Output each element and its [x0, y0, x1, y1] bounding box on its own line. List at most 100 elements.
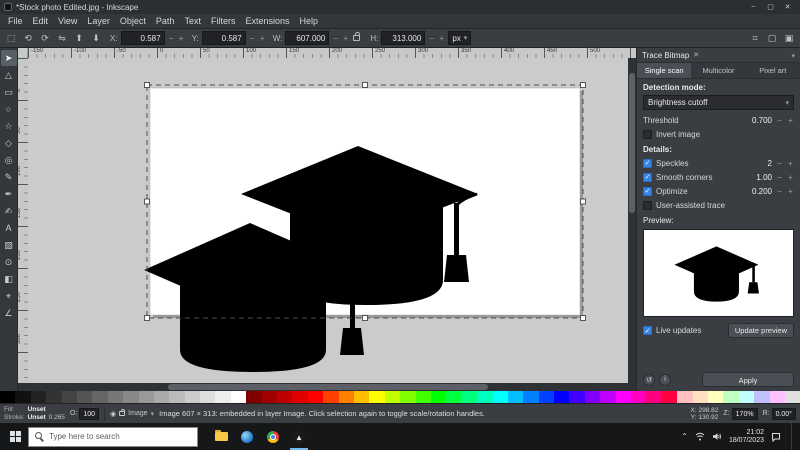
edge-icon[interactable]	[234, 423, 260, 450]
palette-swatch[interactable]	[677, 391, 692, 403]
palette-swatch[interactable]	[354, 391, 369, 403]
palette-swatch[interactable]	[246, 391, 261, 403]
node-tool[interactable]: △	[1, 67, 17, 83]
horizontal-ruler[interactable]: -150-100-5005010015020025030035040045050…	[28, 48, 636, 58]
tray-expand-icon[interactable]: ⌃	[681, 432, 688, 441]
layer-visibility-icon[interactable]: ◉	[110, 410, 116, 418]
star-tool[interactable]: ☆	[1, 118, 17, 134]
tab-single-scan[interactable]: Single scan	[637, 63, 691, 78]
palette-swatch[interactable]	[139, 391, 154, 403]
file-explorer-icon[interactable]	[208, 423, 234, 450]
show-desktop-button[interactable]	[791, 423, 794, 450]
units-dropdown[interactable]: px	[448, 31, 471, 45]
chrome-icon[interactable]	[260, 423, 286, 450]
close-button[interactable]: ✕	[779, 3, 796, 11]
palette-swatch[interactable]	[708, 391, 723, 403]
width-field[interactable]: 607.000	[285, 31, 329, 45]
pencil-tool[interactable]: ✎	[1, 169, 17, 185]
opacity-control[interactable]: O: 100	[70, 408, 99, 420]
palette-swatch[interactable]	[523, 391, 538, 403]
dialog-close-icon[interactable]: ✕	[693, 51, 699, 59]
tab-pixel-art[interactable]: Pixel art	[746, 63, 800, 78]
circle-tool[interactable]: ○	[1, 101, 17, 117]
threshold-increase-button[interactable]: +	[787, 116, 794, 125]
vertical-scrollbar-thumb[interactable]	[629, 73, 635, 213]
rotation-value[interactable]: 0.00°	[772, 408, 796, 420]
rectangle-tool[interactable]: ▭	[1, 84, 17, 100]
optimize-value[interactable]: 0.200	[746, 187, 772, 196]
lower-icon[interactable]: ⬇	[89, 33, 103, 44]
palette-swatch[interactable]	[200, 391, 215, 403]
y-field[interactable]: 0.587	[202, 31, 246, 45]
palette-swatch[interactable]	[662, 391, 677, 403]
palette-swatch[interactable]	[646, 391, 661, 403]
palette-swatch[interactable]	[369, 391, 384, 403]
x-increase-button[interactable]: +	[178, 34, 185, 43]
h-increase-button[interactable]: +	[438, 34, 445, 43]
horizontal-scrollbar-thumb[interactable]	[168, 384, 488, 390]
canvas[interactable]	[28, 58, 628, 383]
palette-swatch[interactable]	[693, 391, 708, 403]
optimize-checkbox[interactable]	[643, 187, 652, 196]
taskbar-clock[interactable]: 21:02 18/07/2023	[729, 429, 764, 445]
smooth-corners-value[interactable]: 1.00	[746, 173, 772, 182]
smooth-decrease-button[interactable]: −	[776, 173, 783, 182]
menu-path[interactable]: Path	[151, 14, 180, 29]
lock-ratio-icon[interactable]	[353, 35, 360, 41]
menu-extensions[interactable]: Extensions	[240, 14, 294, 29]
palette-swatch[interactable]	[92, 391, 107, 403]
tab-multicolor[interactable]: Multicolor	[691, 63, 745, 78]
palette-swatch[interactable]	[631, 391, 646, 403]
user-assisted-trace-checkbox[interactable]	[643, 201, 652, 210]
palette-swatch[interactable]	[723, 391, 738, 403]
action-center-icon[interactable]	[771, 432, 781, 442]
snap-controls-icon[interactable]: ⌗	[748, 33, 762, 44]
opacity-value[interactable]: 100	[79, 408, 99, 420]
gradient-tool[interactable]: ▧	[1, 237, 17, 253]
palette-swatch[interactable]	[308, 391, 323, 403]
text-tool[interactable]: A	[1, 220, 17, 236]
layer-lock-icon[interactable]	[119, 411, 125, 416]
palette-swatch[interactable]	[539, 391, 554, 403]
palette-swatch[interactable]	[0, 391, 15, 403]
vertical-ruler[interactable]: 050100150200250300	[18, 58, 28, 383]
zoom-value[interactable]: 170%	[732, 408, 758, 420]
dropper-tool[interactable]: ⊙	[1, 254, 17, 270]
layer-name[interactable]: Image	[128, 410, 147, 417]
invert-image-checkbox[interactable]	[643, 130, 652, 139]
rotation-control[interactable]: R: 0.00°	[763, 408, 796, 420]
palette-swatch[interactable]	[400, 391, 415, 403]
palette-swatch[interactable]	[108, 391, 123, 403]
palette-swatch[interactable]	[292, 391, 307, 403]
volume-icon[interactable]	[712, 432, 722, 441]
speckles-decrease-button[interactable]: −	[776, 159, 783, 168]
palette-swatch[interactable]	[585, 391, 600, 403]
taskbar-search[interactable]: Type here to search	[28, 427, 198, 447]
detection-mode-dropdown[interactable]: Brightness cutoff	[643, 95, 794, 110]
inkscape-taskbar-icon[interactable]	[286, 423, 312, 450]
menu-help[interactable]: Help	[294, 14, 323, 29]
apply-button[interactable]: Apply	[702, 372, 794, 387]
palette-swatch[interactable]	[277, 391, 292, 403]
smooth-increase-button[interactable]: +	[787, 173, 794, 182]
live-updates-checkbox[interactable]	[643, 326, 652, 335]
raise-icon[interactable]: ⬆	[72, 33, 86, 44]
zoom-control[interactable]: Z: 170%	[723, 408, 757, 420]
palette-swatch[interactable]	[15, 391, 30, 403]
palette-swatch[interactable]	[739, 391, 754, 403]
measure-tool[interactable]: ∠	[1, 305, 17, 321]
spiral-tool[interactable]: ◎	[1, 152, 17, 168]
palette-swatch[interactable]	[169, 391, 184, 403]
palette-swatch[interactable]	[416, 391, 431, 403]
palette-swatch[interactable]	[493, 391, 508, 403]
palette-swatch[interactable]	[446, 391, 461, 403]
zoom-tool[interactable]: ⌖	[1, 288, 17, 304]
palette-swatch[interactable]	[508, 391, 523, 403]
minimize-button[interactable]: –	[745, 3, 762, 11]
menu-filters[interactable]: Filters	[206, 14, 241, 29]
vertical-scrollbar[interactable]	[628, 58, 636, 383]
update-preview-button[interactable]: Update preview	[728, 323, 794, 338]
palette-swatch[interactable]	[123, 391, 138, 403]
menu-edit[interactable]: Edit	[28, 14, 54, 29]
palette-swatch[interactable]	[185, 391, 200, 403]
